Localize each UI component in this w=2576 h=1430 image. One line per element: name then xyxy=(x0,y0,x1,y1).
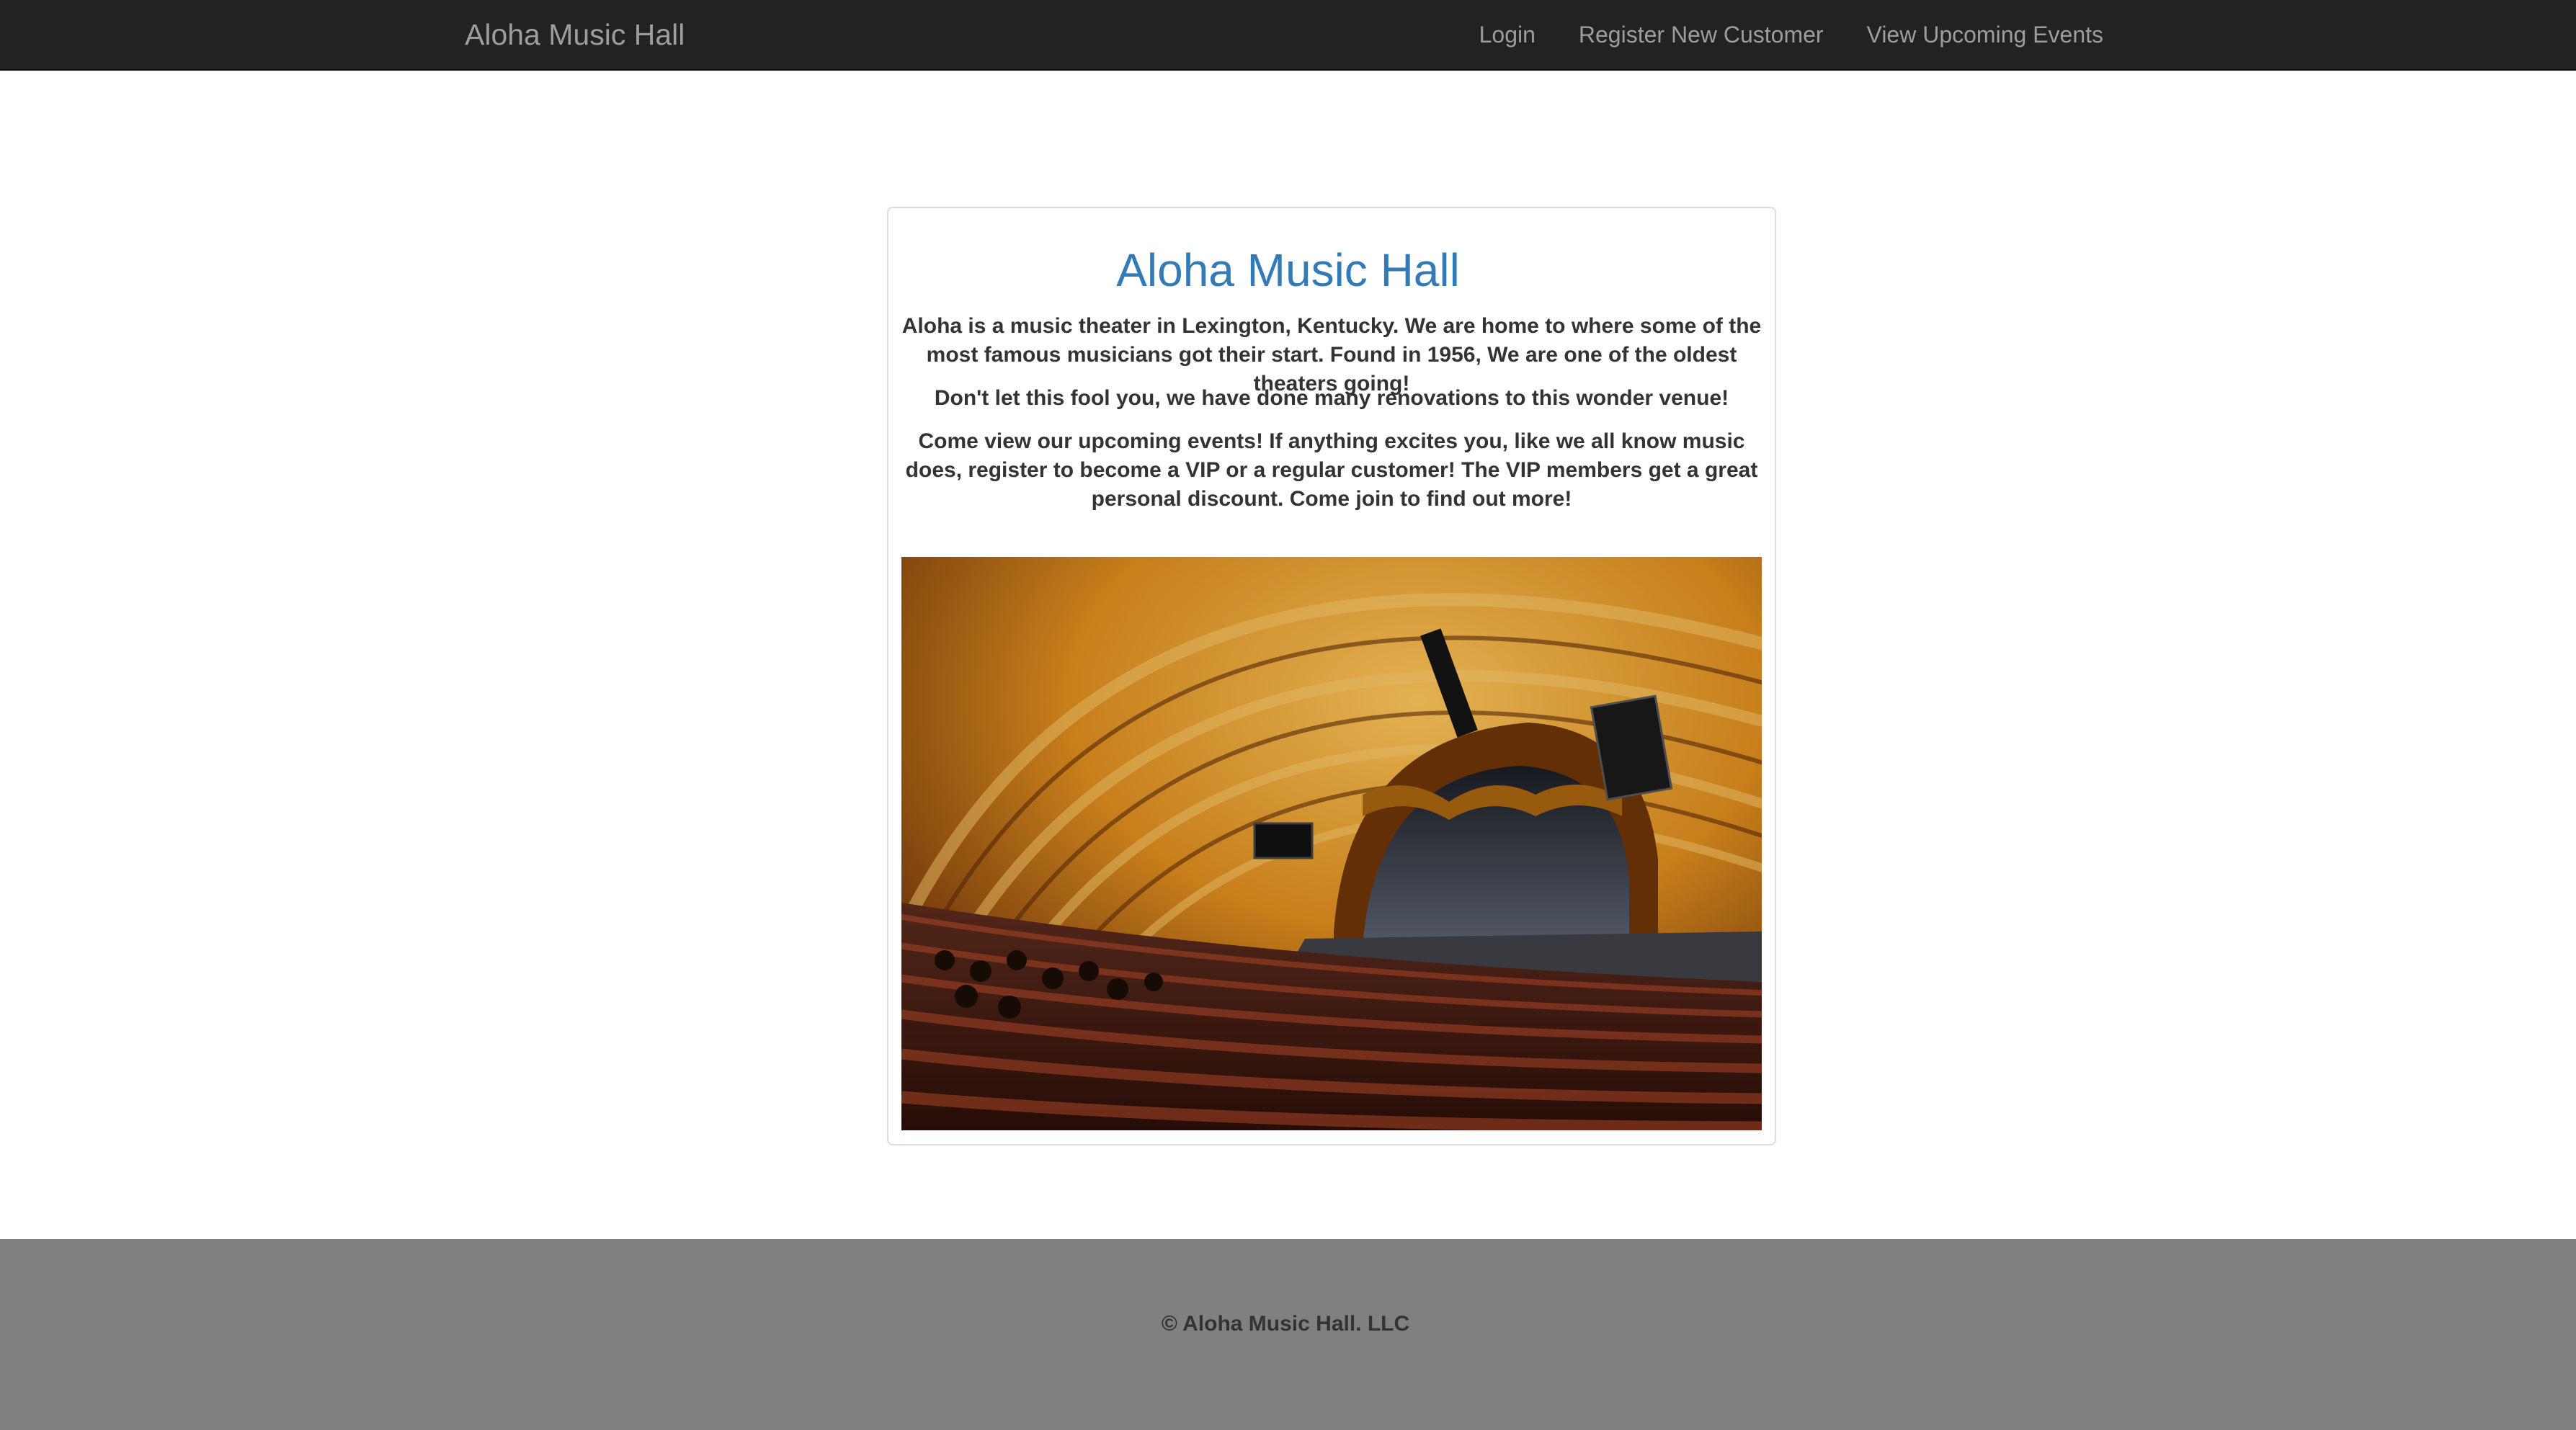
page-title: Aloha Music Hall xyxy=(1116,244,1460,296)
top-navbar: Aloha Music Hall Login Register New Cust… xyxy=(0,0,2576,71)
footer-copyright: © Aloha Music Hall. LLC xyxy=(1161,1312,1410,1336)
nav-register-link[interactable]: Register New Customer xyxy=(1579,22,1824,48)
theater-photo xyxy=(901,557,1762,1130)
renovation-paragraph: Don't let this fool you, we have done ma… xyxy=(934,386,1729,410)
nav-events-link[interactable]: View Upcoming Events xyxy=(1867,22,2103,48)
nav-links: Login Register New Customer View Upcomin… xyxy=(1436,0,2103,69)
events-paragraph: Come view our upcoming events! If anythi… xyxy=(905,429,1758,511)
brand-link[interactable]: Aloha Music Hall xyxy=(465,0,685,69)
nav-login-link[interactable]: Login xyxy=(1479,22,1536,48)
